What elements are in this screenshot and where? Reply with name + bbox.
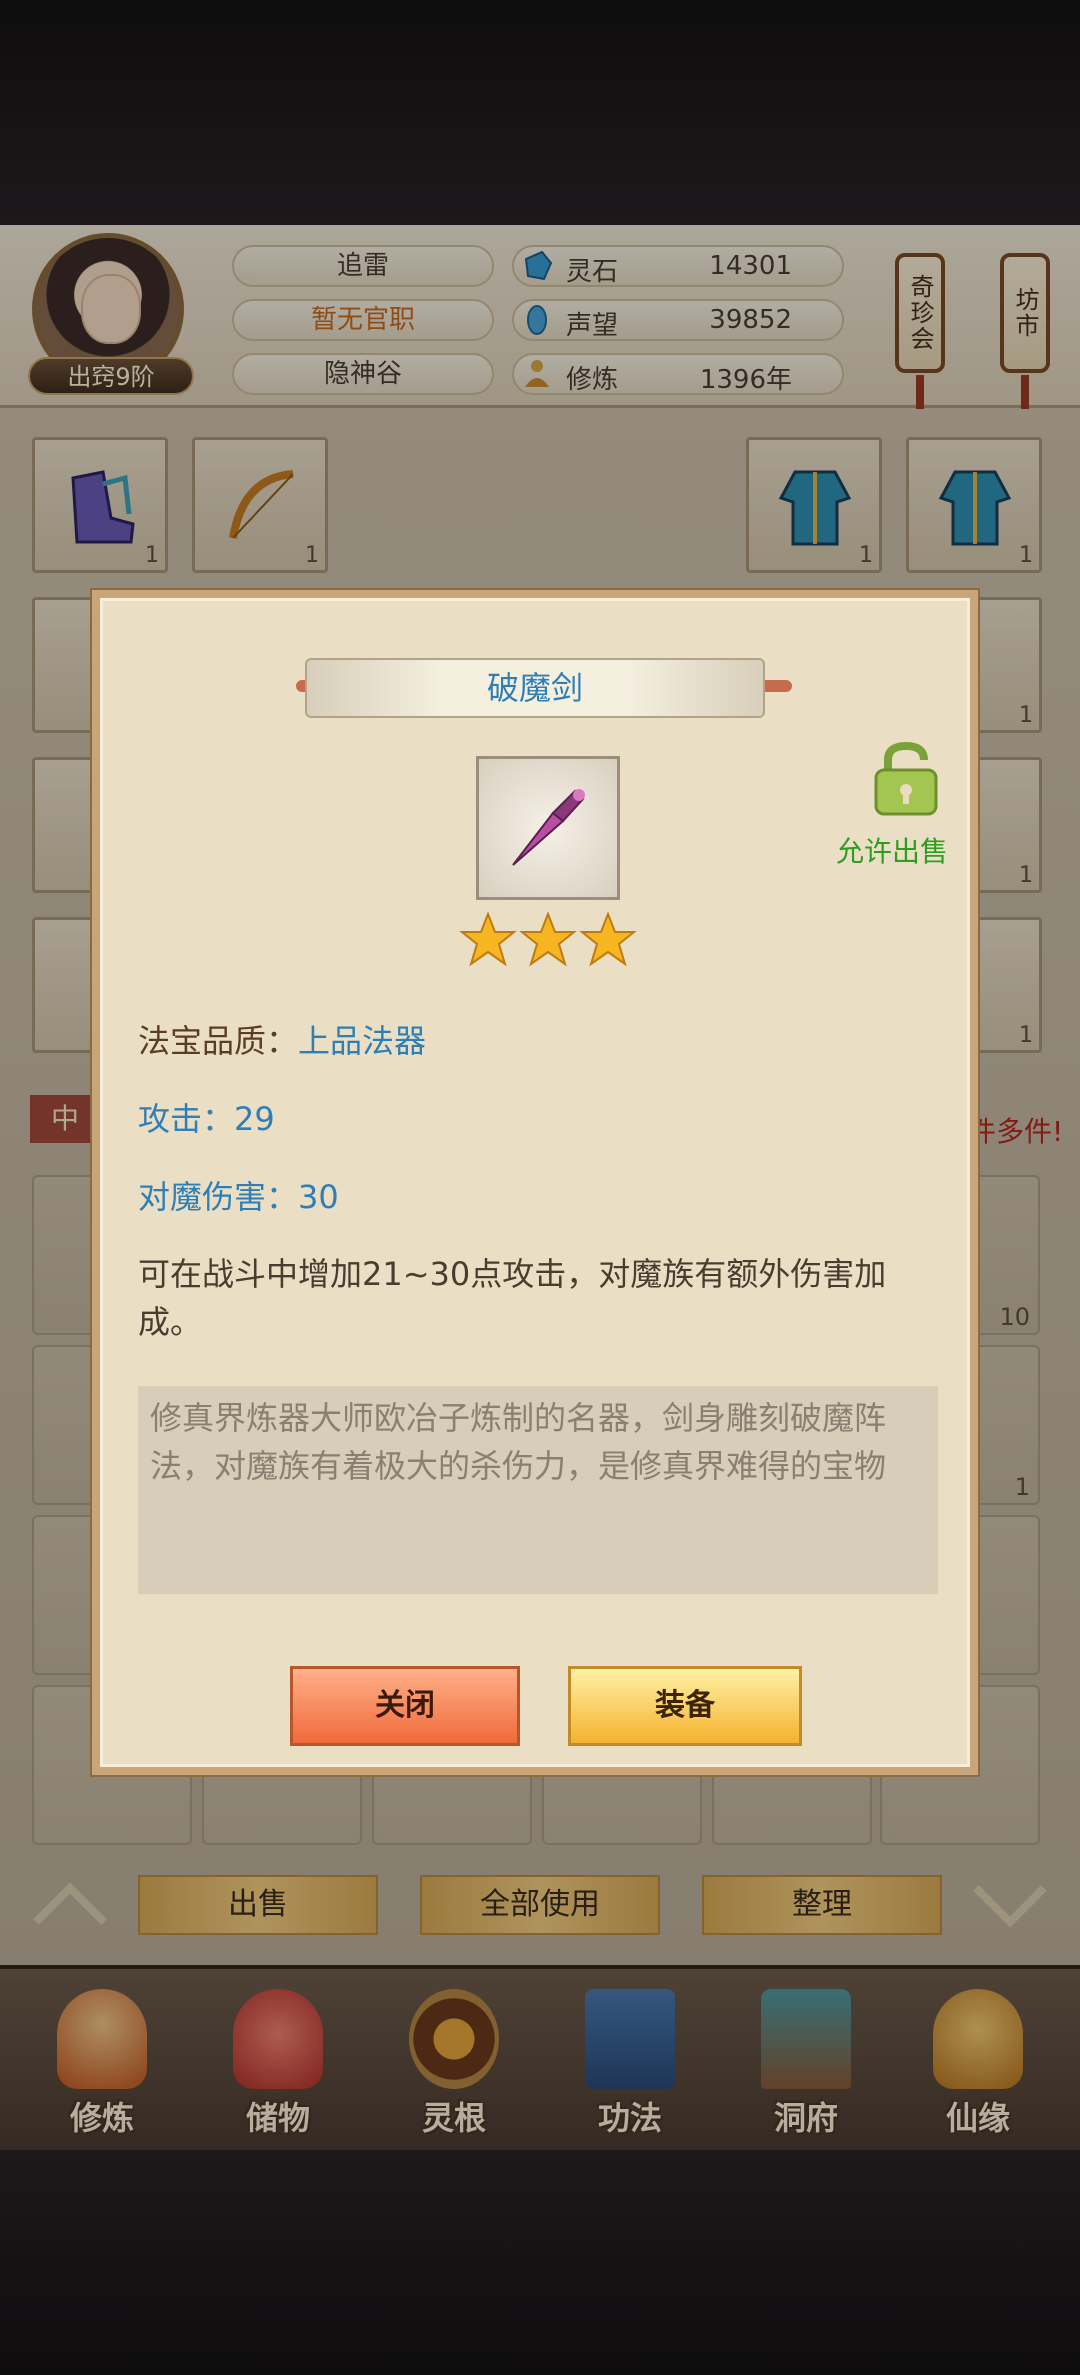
star-icon bbox=[459, 911, 517, 967]
equip-button[interactable]: 装备 bbox=[568, 1666, 802, 1746]
item-icon-frame bbox=[476, 756, 620, 900]
close-button[interactable]: 关闭 bbox=[290, 1666, 520, 1746]
star-icon bbox=[519, 911, 577, 967]
star-rating bbox=[459, 911, 637, 967]
item-lore: 修真界炼器大师欧冶子炼制的名器，剑身雕刻破魔阵法，对魔族有着极大的杀伤力，是修真… bbox=[138, 1386, 938, 1594]
sell-status: 允许出售 bbox=[836, 835, 949, 868]
demon-damage-stat: 对魔伤害：30 bbox=[138, 1178, 339, 1216]
dagger-icon bbox=[512, 789, 585, 866]
unlock-icon bbox=[874, 741, 938, 816]
item-description: 可在战斗中增加21~30点攻击，对魔族有额外伤害加成。 bbox=[138, 1255, 887, 1341]
quality-row: 法宝品质：上品法器 bbox=[138, 1016, 426, 1062]
star-icon bbox=[579, 911, 637, 967]
item-name: 破魔剑 bbox=[305, 658, 765, 718]
item-detail-dialog: 破魔剑 允许出售 法宝品质：上品法器 攻击：29 对魔伤害：30 可在战斗中增加… bbox=[92, 590, 978, 1775]
quality-label: 法宝品质： bbox=[138, 1022, 299, 1060]
quality-value: 上品法器 bbox=[298, 1022, 427, 1060]
attack-stat: 攻击：29 bbox=[138, 1100, 275, 1138]
